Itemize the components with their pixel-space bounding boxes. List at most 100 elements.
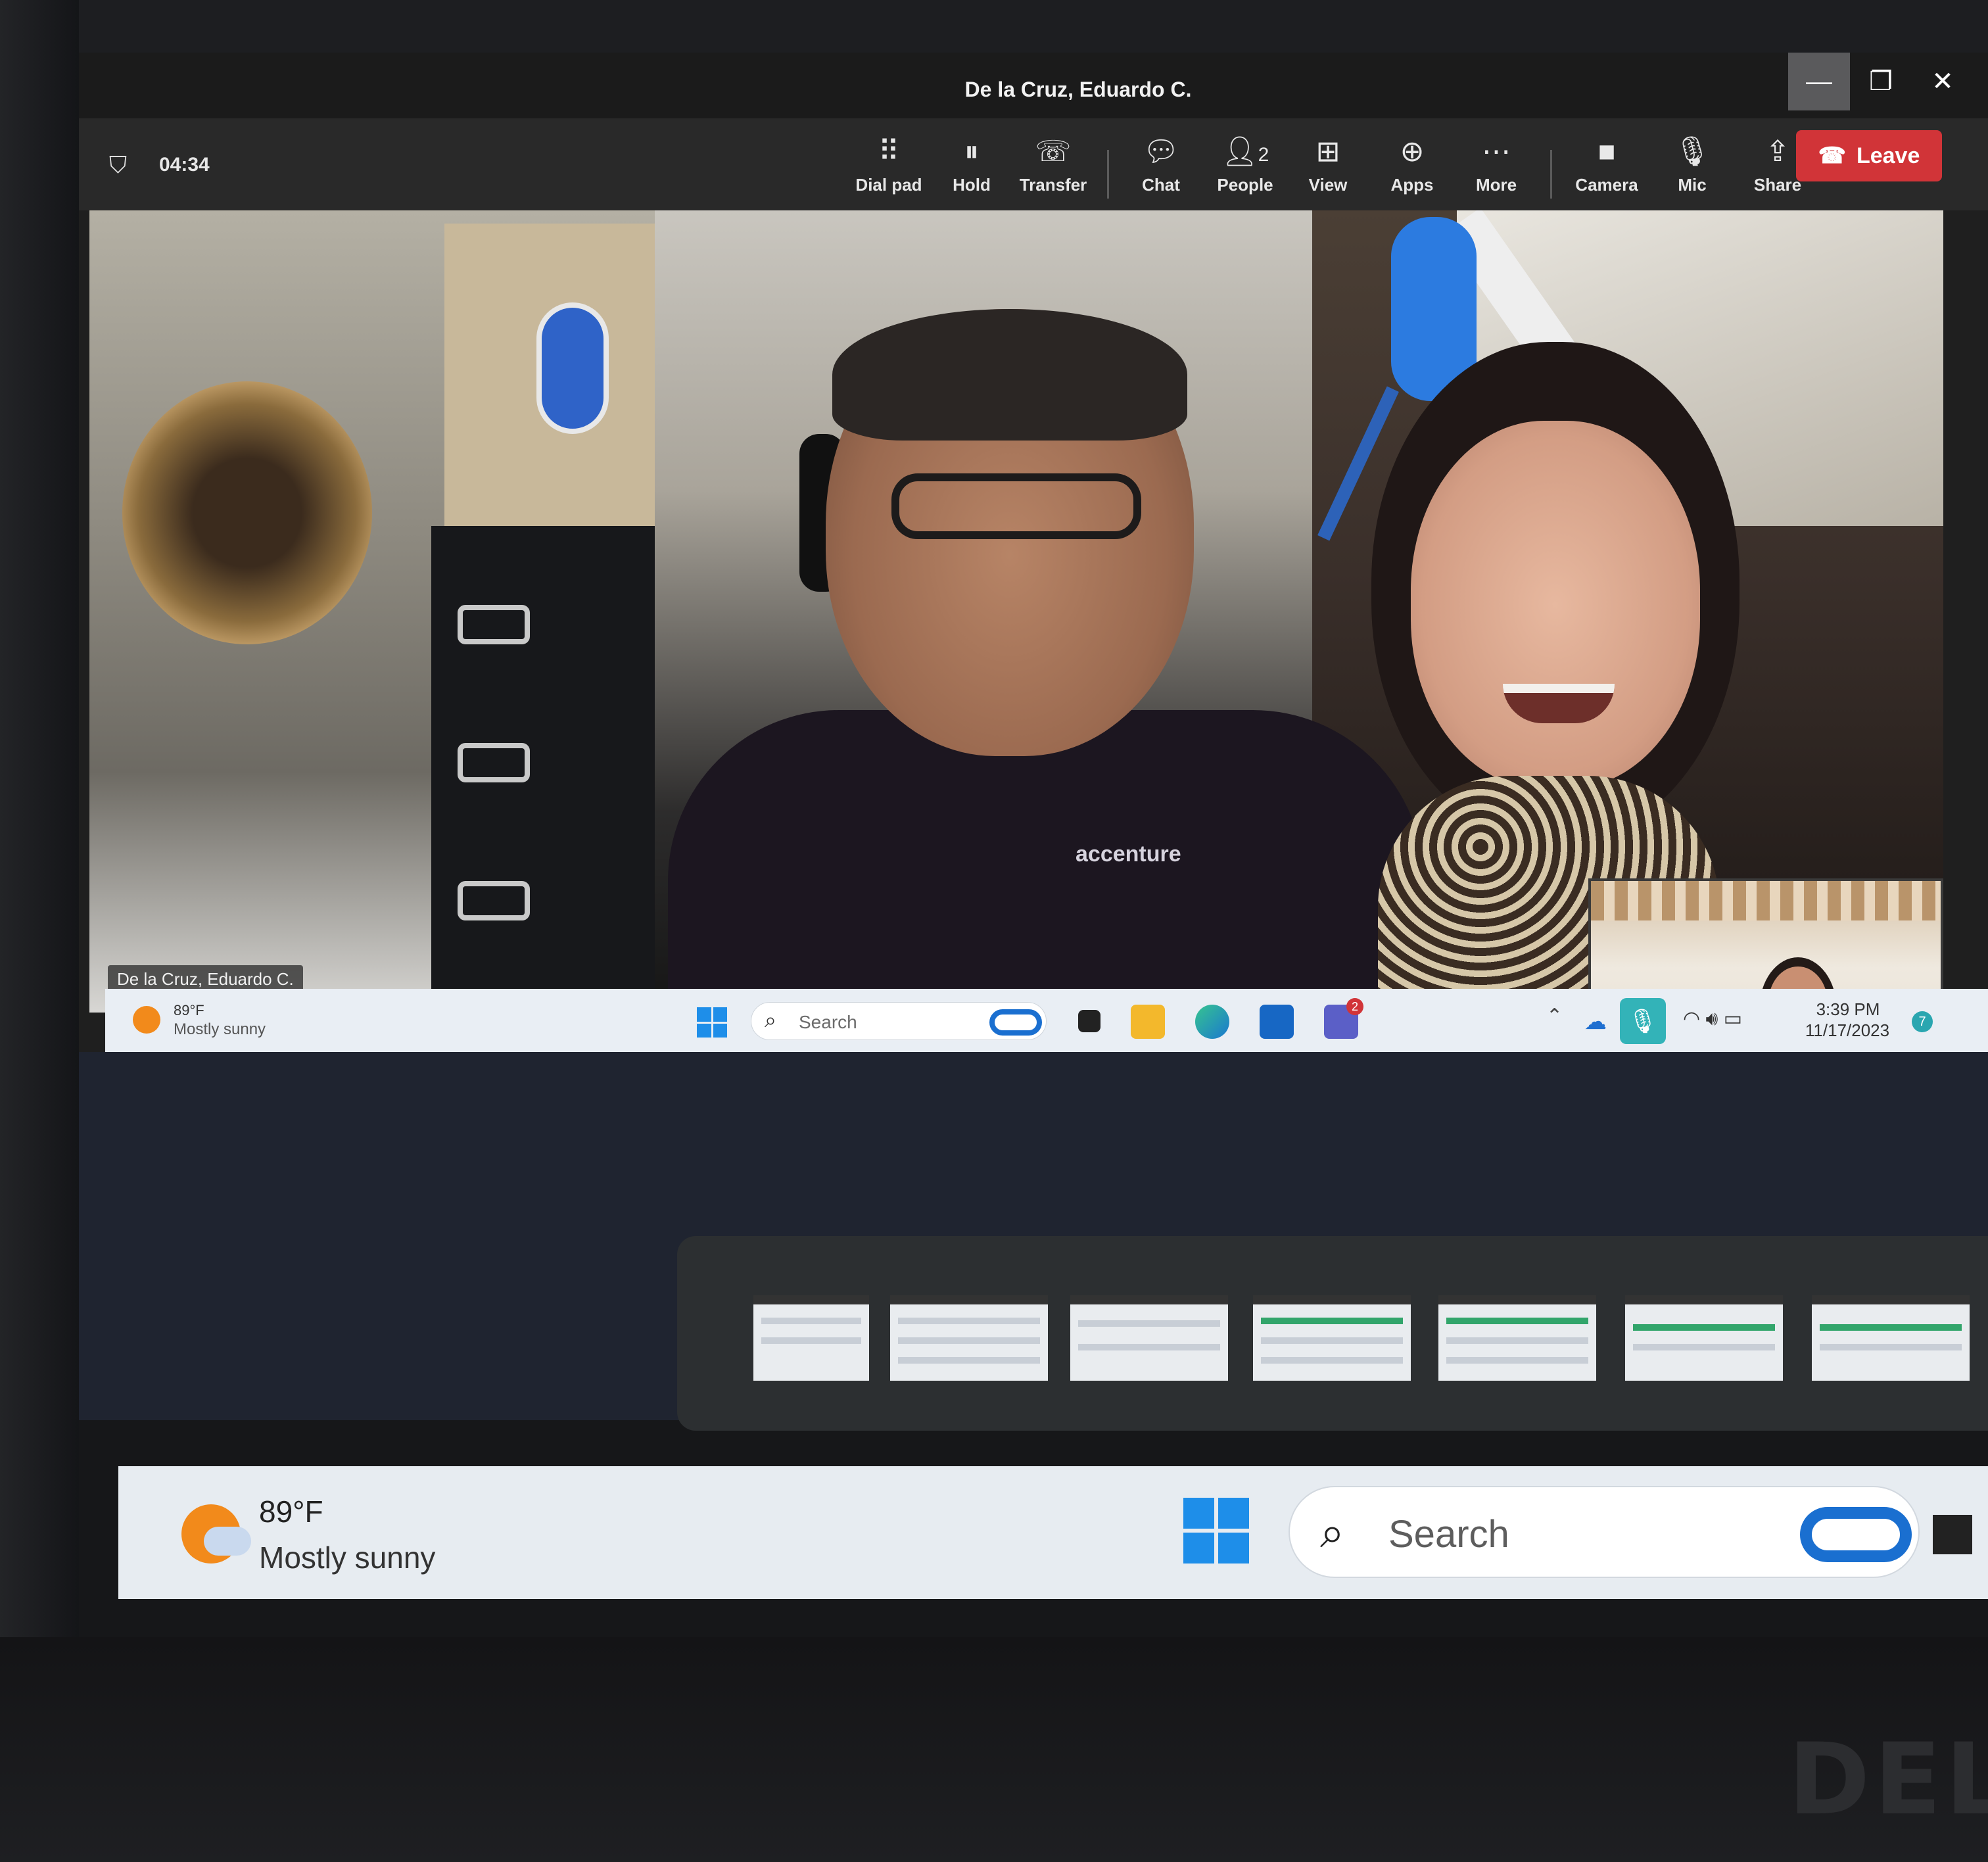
chat-icon: 💬︎: [1143, 135, 1179, 168]
window-thumbnail[interactable]: [1253, 1295, 1411, 1381]
monitor-bezel-bottom: [0, 1637, 1988, 1862]
apps-label: Apps: [1390, 175, 1434, 195]
monitor-bezel-top: [0, 0, 1988, 53]
window-thumbnail[interactable]: [753, 1295, 869, 1381]
participant-man-shirt: [668, 710, 1424, 1013]
weather-condition[interactable]: Mostly sunny: [259, 1540, 435, 1575]
window-thumbnail[interactable]: [1625, 1295, 1783, 1381]
toolbar-divider: [1550, 150, 1552, 199]
wifi-volume-battery-icons[interactable]: ◠ 🔊︎ ▭: [1683, 1007, 1742, 1030]
search-placeholder: Search: [799, 1012, 857, 1032]
people-count: 2: [1258, 144, 1269, 166]
window-thumbnail[interactable]: [1438, 1295, 1596, 1381]
mic-button[interactable]: 🎙︎ Mic: [1653, 133, 1732, 205]
video-logo-sign: [536, 302, 609, 434]
phone-transfer-icon: ☏: [1035, 135, 1072, 168]
meeting-controls-bar: ⛉ 04:34 ⠿ Dial pad ⏸ Hold ☏ Transfer 💬︎ …: [79, 118, 1988, 210]
people-button[interactable]: 👤︎2 People: [1206, 133, 1285, 205]
transfer-label: Transfer: [1019, 175, 1087, 195]
taskbar-search-box[interactable]: ⌕ Search: [751, 1002, 1047, 1040]
mic-label: Mic: [1678, 175, 1707, 195]
video-cabinet: [431, 526, 668, 1013]
grid-view-icon: ⊞: [1315, 135, 1340, 168]
copilot-icon[interactable]: [989, 1009, 1042, 1036]
camera-button[interactable]: ■ Camera: [1567, 133, 1646, 205]
leave-label: Leave: [1856, 143, 1920, 168]
search-icon: ⌕: [765, 1008, 776, 1032]
apps-button[interactable]: ⊕ Apps: [1373, 133, 1452, 205]
title-bar: De la Cruz, Eduardo C. — ❐ ✕: [79, 53, 1988, 118]
taskbar-date[interactable]: 11/17/2023: [1795, 1020, 1900, 1041]
shield-icon: ⛉: [109, 151, 128, 178]
task-view-icon[interactable]: [1078, 1010, 1100, 1032]
people-icon: 👤︎2: [1221, 135, 1269, 168]
transfer-button[interactable]: ☏ Transfer: [1014, 133, 1093, 205]
chat-label: Chat: [1142, 175, 1180, 195]
teams-window: De la Cruz, Eduardo C. — ❐ ✕ ⛉ 04:34 ⠿ D…: [79, 53, 1988, 1052]
leave-button[interactable]: ☎ Leave: [1796, 130, 1942, 181]
ellipsis-icon: ⋯: [1482, 135, 1511, 168]
taskbar-time[interactable]: 3:39 PM: [1805, 999, 1891, 1020]
weather-condition[interactable]: Mostly sunny: [174, 1020, 266, 1039]
chevron-up-icon[interactable]: ⌃: [1546, 1005, 1563, 1028]
shirt-logo-text: accenture: [1076, 842, 1181, 867]
more-button[interactable]: ⋯ More: [1457, 133, 1536, 205]
microphone-icon: 🎙︎: [1674, 135, 1711, 168]
hold-button[interactable]: ⏸ Hold: [932, 133, 1011, 205]
window-thumbnail[interactable]: [1812, 1295, 1970, 1381]
camera-label: Camera: [1575, 175, 1638, 195]
outlook-icon[interactable]: [1260, 1005, 1294, 1039]
hang-up-icon: ☎: [1818, 143, 1846, 168]
add-app-icon: ⊕: [1400, 135, 1425, 168]
people-label: People: [1217, 175, 1273, 195]
window-title: De la Cruz, Eduardo C.: [964, 78, 1192, 101]
dial-pad-button[interactable]: ⠿ Dial pad: [849, 133, 928, 205]
cabinet-handle: [458, 743, 530, 782]
dial-pad-label: Dial pad: [855, 175, 922, 195]
onedrive-cloud-icon[interactable]: ☁: [1584, 1009, 1607, 1035]
task-view-icon[interactable]: [1933, 1515, 1972, 1554]
participant-man-hair: [832, 309, 1187, 441]
video-wreath: [122, 381, 372, 644]
participant-girl-face: [1411, 421, 1700, 789]
microphone-in-use-icon[interactable]: 🎙︎: [1620, 998, 1666, 1044]
monitor-bezel-left: [0, 0, 79, 1862]
call-timer: 04:34: [159, 154, 210, 176]
main-video-feed: accenture De la Cruz, Eduardo C.: [89, 210, 1943, 1013]
dialpad-icon: ⠿: [878, 135, 900, 168]
teams-badge: 2: [1346, 998, 1363, 1015]
teams-icon[interactable]: 2: [1324, 998, 1363, 1039]
view-label: View: [1308, 175, 1348, 195]
weather-cloud-icon: [204, 1527, 251, 1556]
remote-taskbar: 89°F Mostly sunny ⌕ Search 2 ⌃ ☁ 🎙︎ ◠ 🔊︎…: [105, 989, 1988, 1052]
camera-icon: ■: [1598, 135, 1616, 168]
close-button[interactable]: ✕: [1912, 53, 1974, 110]
local-taskbar: 89°F Mostly sunny ⌕ Search: [118, 1466, 1988, 1599]
search-icon: ⌕: [1320, 1508, 1344, 1556]
search-placeholder: Search: [1388, 1513, 1509, 1556]
file-explorer-icon[interactable]: [1131, 1005, 1165, 1039]
copilot-icon[interactable]: [1800, 1507, 1912, 1562]
cabinet-handle: [458, 605, 530, 644]
view-button[interactable]: ⊞ View: [1289, 133, 1367, 205]
notification-badge[interactable]: 7: [1912, 1011, 1933, 1032]
weather-temperature[interactable]: 89°F: [174, 1002, 204, 1019]
dell-logo: DELL: [1788, 1723, 1988, 1837]
toolbar-divider: [1107, 150, 1109, 199]
maximize-button[interactable]: ❐: [1850, 53, 1912, 110]
eyeglasses: [891, 473, 1141, 539]
window-thumbnail[interactable]: [890, 1295, 1048, 1381]
weather-temperature[interactable]: 89°F: [259, 1494, 323, 1529]
windows-start-icon[interactable]: [1183, 1498, 1249, 1564]
weather-sun-icon[interactable]: [133, 1006, 160, 1034]
taskbar-search-box[interactable]: ⌕ Search: [1289, 1486, 1920, 1578]
windows-start-icon[interactable]: [697, 1007, 727, 1038]
window-thumbnail[interactable]: [1070, 1295, 1228, 1381]
self-view-ceiling: [1591, 881, 1941, 920]
pause-icon: ⏸: [964, 135, 979, 168]
minimize-button[interactable]: —: [1788, 53, 1850, 110]
screen: De la Cruz, Eduardo C. — ❐ ✕ ⛉ 04:34 ⠿ D…: [0, 0, 1988, 1862]
chat-button[interactable]: 💬︎ Chat: [1122, 133, 1200, 205]
more-label: More: [1475, 175, 1517, 195]
edge-browser-icon[interactable]: [1195, 1005, 1229, 1039]
